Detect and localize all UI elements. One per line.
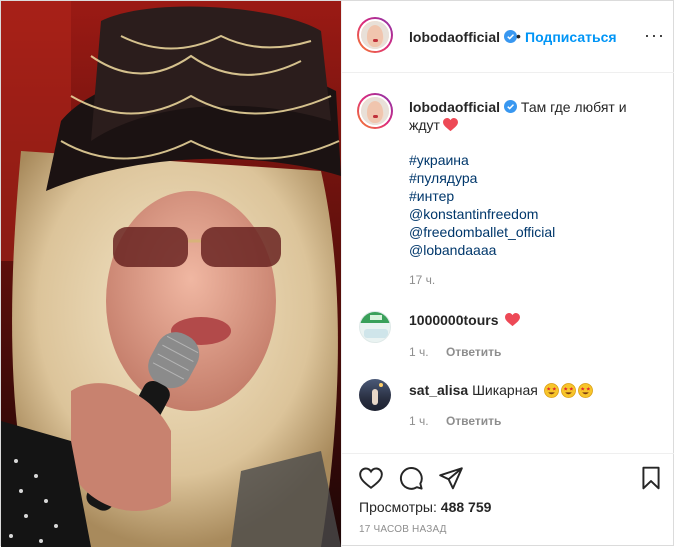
caption-author-avatar[interactable] [357,93,393,129]
mention-link[interactable]: @lobandaaaa [409,241,555,259]
caption-username[interactable]: lobodaofficial [409,99,500,115]
bookmark-icon[interactable] [638,465,664,491]
post-caption: lobodaofficial Там где любят и ждут [409,98,659,134]
views-number: 488 759 [440,499,492,515]
post-timestamp[interactable]: 17 ЧАСОВ НАЗАД [359,524,447,535]
author-username-row: lobodaofficial [409,29,517,45]
star-struck-emoji-icon [560,383,576,398]
views-label: Просмотры: [359,499,437,515]
reply-button[interactable]: Ответить [446,414,501,428]
star-struck-emoji-icon [577,383,593,398]
star-struck-emoji-icon [543,383,559,398]
author-avatar[interactable] [357,17,393,53]
commenter-username[interactable]: sat_alisa [409,382,468,398]
reply-button[interactable]: Ответить [446,345,501,359]
verified-badge-icon [504,100,517,113]
comment-bubble-icon[interactable] [398,465,424,491]
post-header: lobodaofficial • Подписаться ··· [342,1,674,73]
commenter-username[interactable]: 1000000tours [409,312,499,328]
caption-time[interactable]: 17 ч. [409,273,435,287]
comment-time[interactable]: 1 ч. [409,414,429,428]
follow-button[interactable]: Подписаться [525,29,617,45]
views-count[interactable]: Просмотры: 488 759 [359,499,491,515]
hashtag-link[interactable]: #пулядура [409,169,555,187]
post-actions-bar [342,459,674,495]
comment-text: Шикарная [472,382,538,398]
comment-meta: 1 ч. Ответить [409,345,501,359]
comment-body: sat_alisa Шикарная [409,382,593,398]
red-heart-icon [505,313,521,327]
more-options-icon[interactable]: ··· [644,26,665,44]
commenter-avatar[interactable] [359,379,391,411]
video-frame-image [1,1,341,547]
hashtag-link[interactable]: #интер [409,187,555,205]
commenter-avatar[interactable] [359,311,391,343]
mention-link[interactable]: @freedomballet_official [409,223,555,241]
paper-plane-icon[interactable] [438,465,464,491]
mention-link[interactable]: @konstantinfreedom [409,205,555,223]
author-username[interactable]: lobodaofficial [409,29,500,45]
instagram-post-window: lobodaofficial • Подписаться ··· lobodao… [0,0,674,547]
separator-dot: • [516,28,521,44]
actions-divider [342,453,674,454]
post-video[interactable] [1,1,341,547]
red-heart-icon [442,118,458,132]
heart-outline-icon[interactable] [358,465,384,491]
comment-body: 1000000tours [409,312,521,328]
post-details-panel: lobodaofficial • Подписаться ··· lobodao… [341,1,674,547]
caption-tags: #украина #пулядура #интер @konstantinfre… [409,151,555,259]
hashtag-link[interactable]: #украина [409,151,555,169]
comment-meta: 1 ч. Ответить [409,414,501,428]
comment-time[interactable]: 1 ч. [409,345,429,359]
